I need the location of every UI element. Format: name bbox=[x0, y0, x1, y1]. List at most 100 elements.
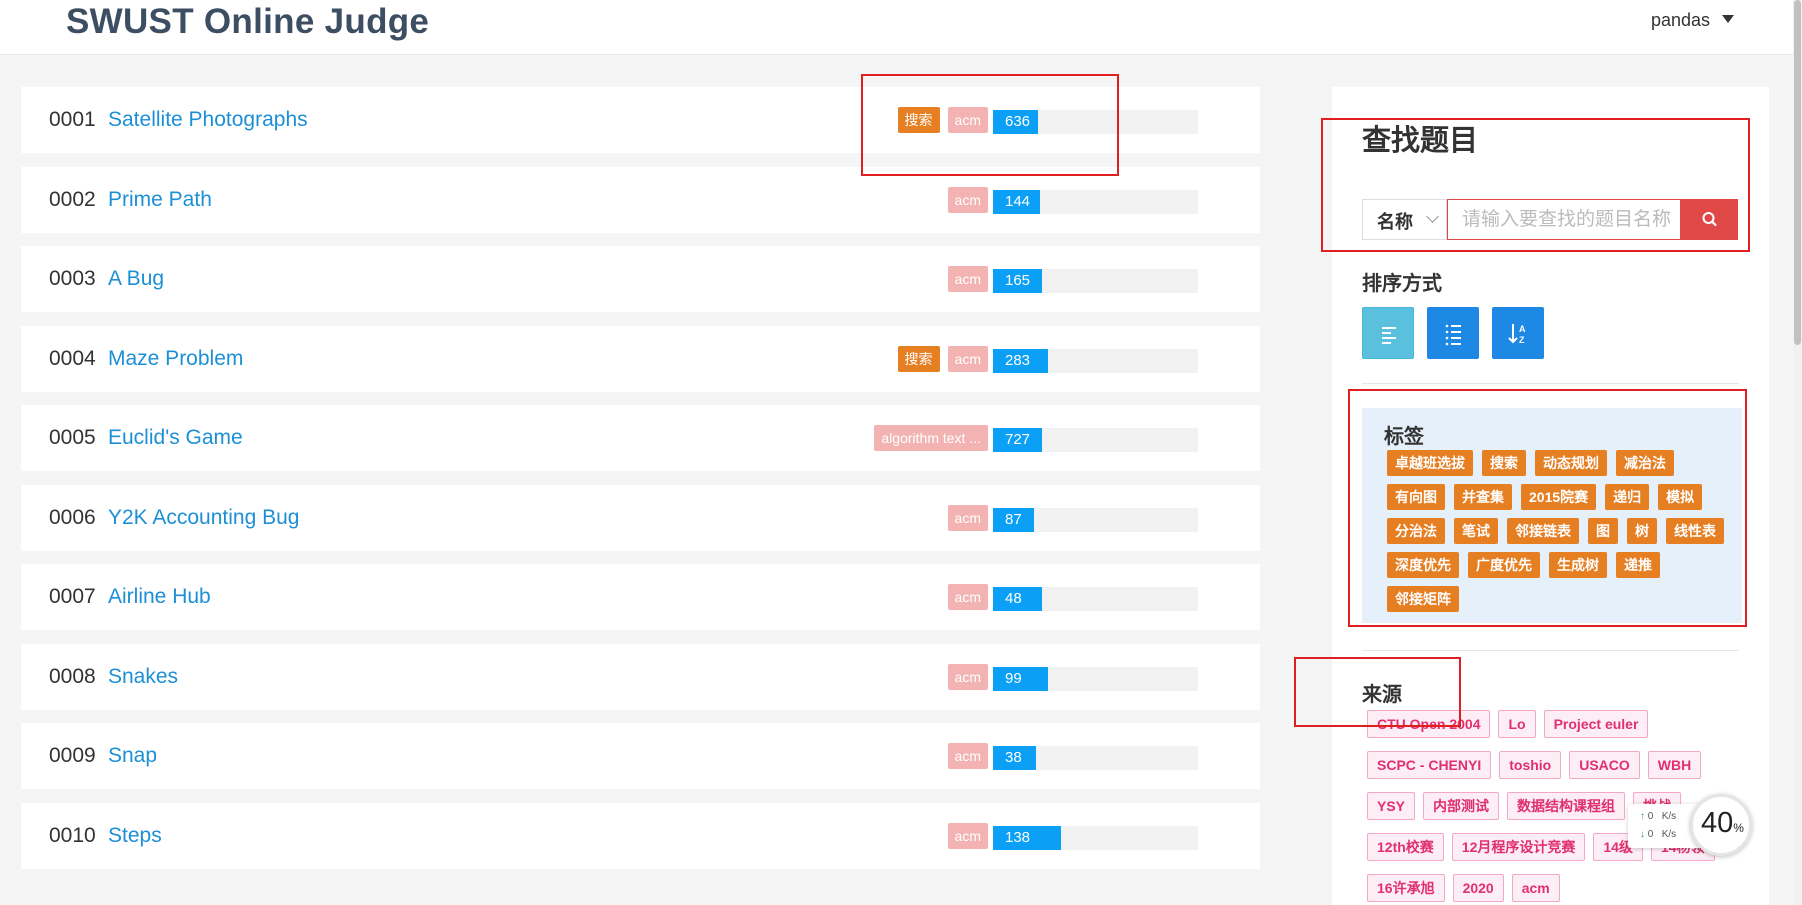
problem-row: 0010 Steps acm 138 bbox=[21, 802, 1260, 869]
problem-title-link[interactable]: Euclid's Game bbox=[108, 426, 243, 450]
solved-count: 165 bbox=[1005, 272, 1031, 289]
search-button[interactable] bbox=[1681, 199, 1738, 240]
svg-text:Z: Z bbox=[1519, 335, 1525, 345]
tag-chip[interactable]: 广度优先 bbox=[1468, 552, 1540, 578]
solved-count: 138 bbox=[1005, 828, 1031, 846]
problem-tag[interactable]: acm bbox=[947, 266, 988, 292]
tag-chip[interactable]: 动态规划 bbox=[1535, 450, 1607, 476]
problem-tags: 搜索 acm bbox=[897, 107, 988, 133]
tag-chip[interactable]: 深度优先 bbox=[1387, 552, 1459, 578]
tag-chip[interactable]: 线性表 bbox=[1666, 518, 1724, 544]
divider bbox=[1362, 383, 1739, 384]
tag-chip[interactable]: 2015院赛 bbox=[1521, 484, 1597, 510]
problem-title-link[interactable]: Y2K Accounting Bug bbox=[108, 506, 299, 530]
tag-chip[interactable]: 递归 bbox=[1605, 484, 1650, 510]
sort-by-name-button[interactable]: A Z bbox=[1492, 307, 1544, 359]
tag-chip[interactable]: 邻接链表 bbox=[1507, 518, 1579, 544]
tag-chip[interactable]: 图 bbox=[1588, 518, 1618, 544]
problem-row: 0005 Euclid's Game algorithm text ... 727 bbox=[21, 405, 1260, 471]
problem-title-link[interactable]: Snap bbox=[108, 744, 157, 768]
problem-tag[interactable]: acm bbox=[947, 822, 988, 849]
search-type-value: 名称 bbox=[1377, 212, 1413, 232]
tag-chip[interactable]: 并查集 bbox=[1454, 484, 1512, 510]
tag-chip[interactable]: 邻接矩阵 bbox=[1387, 586, 1459, 612]
user-menu[interactable]: pandas bbox=[1651, 10, 1735, 31]
problem-id: 0009 bbox=[49, 744, 96, 767]
find-problem-title: 查找题目 bbox=[1362, 125, 1479, 157]
problem-tag[interactable]: acm bbox=[947, 663, 988, 690]
scroll-thumb[interactable] bbox=[1794, 0, 1801, 345]
source-chip[interactable]: 16许承旭 bbox=[1367, 874, 1445, 902]
problem-id: 0010 bbox=[49, 823, 96, 847]
problem-title-link[interactable]: Steps bbox=[108, 824, 162, 848]
tag-chip[interactable]: 卓越班选拔 bbox=[1387, 450, 1473, 476]
tag-chip[interactable]: 搜索 bbox=[1482, 450, 1526, 476]
solved-count: 48 bbox=[1005, 590, 1022, 607]
problem-id: 0008 bbox=[49, 664, 96, 688]
tag-chip[interactable]: 笔试 bbox=[1454, 518, 1498, 544]
problem-title-link[interactable]: Satellite Photographs bbox=[108, 108, 308, 132]
source-chip[interactable]: Project euler bbox=[1543, 710, 1649, 738]
problem-tag[interactable]: acm bbox=[947, 584, 988, 610]
sort-default-button[interactable] bbox=[1362, 307, 1414, 359]
problem-id: 0003 bbox=[49, 267, 96, 290]
source-chip[interactable]: 2020 bbox=[1452, 874, 1504, 902]
solved-bar: 283 bbox=[993, 348, 1198, 373]
source-chip[interactable]: USACO bbox=[1569, 751, 1640, 779]
problem-tag[interactable]: acm bbox=[947, 107, 988, 133]
username: pandas bbox=[1651, 10, 1711, 30]
problem-title-link[interactable]: Maze Problem bbox=[108, 347, 243, 371]
source-chip[interactable]: 12th校赛 bbox=[1367, 833, 1444, 861]
solved-count: 727 bbox=[1005, 431, 1031, 448]
sort-by-id-button[interactable] bbox=[1427, 307, 1479, 359]
solved-bar: 138 bbox=[993, 825, 1198, 850]
source-chip[interactable]: acm bbox=[1511, 874, 1560, 902]
problem-row: 0006 Y2K Accounting Bug acm 87 bbox=[21, 484, 1260, 551]
source-chip[interactable]: SCPC - CHENYI bbox=[1367, 751, 1492, 779]
problem-tag[interactable]: acm bbox=[947, 504, 988, 531]
source-chip[interactable]: toshio bbox=[1499, 751, 1562, 779]
source-chip[interactable]: 数据结构课程组 bbox=[1507, 792, 1626, 820]
problem-tag[interactable]: 搜索 bbox=[897, 107, 940, 133]
problem-title-link[interactable]: Airline Hub bbox=[108, 585, 211, 609]
problem-row: 0008 Snakes acm 99 bbox=[21, 643, 1260, 710]
tag-chip[interactable]: 递推 bbox=[1616, 552, 1660, 578]
tag-chip[interactable]: 树 bbox=[1627, 518, 1657, 544]
problem-id: 0004 bbox=[49, 346, 96, 370]
problem-tag[interactable]: 搜索 bbox=[897, 345, 940, 372]
solved-bar: 144 bbox=[993, 189, 1198, 214]
tag-chip[interactable]: 生成树 bbox=[1549, 552, 1607, 578]
tag-chip[interactable]: 减治法 bbox=[1616, 450, 1674, 476]
problem-tag[interactable]: acm bbox=[947, 186, 988, 213]
solved-bar: 165 bbox=[993, 269, 1198, 293]
source-chip[interactable]: YSY bbox=[1367, 792, 1416, 820]
source-chip[interactable]: 内部测试 bbox=[1423, 792, 1500, 820]
usage-gauge: 40% bbox=[1690, 794, 1752, 856]
source-chip[interactable]: 12月程序设计竞赛 bbox=[1451, 833, 1586, 861]
solved-count: 283 bbox=[1005, 351, 1031, 369]
tag-chip[interactable]: 有向图 bbox=[1387, 484, 1445, 510]
problem-id: 0006 bbox=[49, 505, 96, 529]
solved-count: 144 bbox=[1005, 192, 1031, 210]
network-speed-widget[interactable]: ↑ 0 K/s ↓ 0 K/s 40% bbox=[1628, 790, 1752, 880]
search-input[interactable] bbox=[1447, 199, 1681, 240]
source-chip[interactable]: CTU Open 2004 bbox=[1367, 710, 1491, 738]
problem-tags: acm bbox=[947, 186, 988, 213]
page-scrollbar[interactable] bbox=[1793, 0, 1802, 905]
tag-chip[interactable]: 模拟 bbox=[1658, 484, 1703, 510]
problem-tags: acm bbox=[947, 743, 988, 769]
problem-id: 0007 bbox=[49, 585, 96, 608]
problem-tag[interactable]: acm bbox=[947, 743, 988, 769]
search-type-select[interactable]: 名称 bbox=[1362, 199, 1447, 240]
solved-bar: 99 bbox=[993, 666, 1198, 691]
problem-title-link[interactable]: A Bug bbox=[108, 267, 164, 291]
site-logo[interactable]: SWUST Online Judge bbox=[66, 2, 429, 42]
tag-chip[interactable]: 分治法 bbox=[1387, 518, 1445, 544]
problem-tag[interactable]: algorithm text ... bbox=[874, 425, 988, 451]
problem-title-link[interactable]: Snakes bbox=[108, 665, 178, 689]
problem-title-link[interactable]: Prime Path bbox=[108, 188, 212, 212]
source-chip[interactable]: Lo bbox=[1498, 710, 1536, 738]
source-chip[interactable]: WBH bbox=[1647, 751, 1702, 779]
problem-row: 0002 Prime Path acm 144 bbox=[21, 166, 1260, 233]
problem-tag[interactable]: acm bbox=[947, 345, 988, 372]
